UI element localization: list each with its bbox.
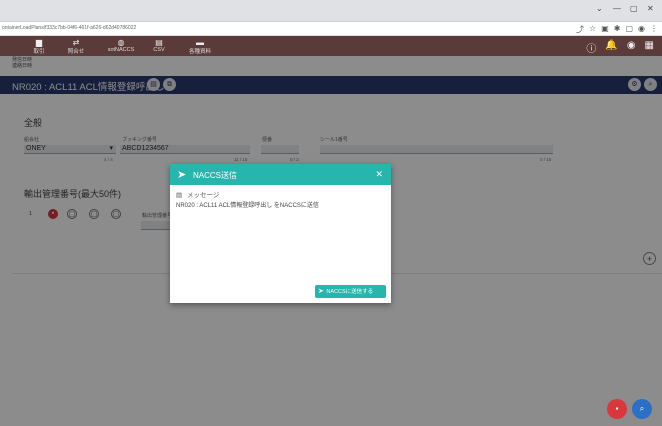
browser-tabbar: ⌄ — ▢ ✕ xyxy=(0,0,662,22)
delete-fab[interactable]: ▪ xyxy=(607,399,627,419)
message-icon: ▤ xyxy=(176,192,183,199)
close-icon[interactable]: ✕ xyxy=(647,4,654,13)
extension-icon[interactable]: ▣ xyxy=(601,24,609,35)
message-body: NR020 : ACL11 ACL情報登録呼出し をNACCSに送信 xyxy=(176,203,319,209)
file-icon: ▤ xyxy=(155,38,163,47)
chevron-down-icon[interactable]: ⌄ xyxy=(596,4,603,13)
toolbar-item-trade[interactable]: ▆ 取引 xyxy=(22,38,56,55)
star-icon[interactable]: ☆ xyxy=(589,24,596,35)
share-icon[interactable]: ⤴ xyxy=(576,24,584,35)
menu-icon[interactable]: ⋮ xyxy=(650,24,658,35)
send-to-naccs-button[interactable]: ➤ NACCSに送信する xyxy=(315,285,386,298)
toolbar-right-icons: ⓘ 🔔 ◉ ▦ xyxy=(586,40,654,55)
bell-icon[interactable]: 🔔 xyxy=(605,40,617,55)
send-icon: ➤ xyxy=(318,288,324,295)
puzzle-icon[interactable]: ✱ xyxy=(614,24,621,35)
link-icon: ⇄ xyxy=(72,38,80,47)
toolbar-item-docs[interactable]: ▬ 各種資料 xyxy=(183,38,217,55)
sidepanel-icon[interactable]: ▢ xyxy=(625,24,633,35)
close-icon[interactable]: ✕ xyxy=(375,169,383,180)
dialog-header: ➤ NACCS送信 ✕ xyxy=(170,164,391,185)
dialog-title: NACCS送信 xyxy=(193,171,238,180)
browser-actions: ⤴ ☆ ▣ ✱ ▢ ◉ ⋮ xyxy=(576,24,658,35)
info-icon[interactable]: ⓘ xyxy=(586,40,596,55)
naccs-send-dialog: ➤ NACCS送信 ✕ ▤ メッセージ NR020 : ACL11 ACL情報登… xyxy=(170,164,391,303)
folder-icon: ▬ xyxy=(196,38,204,47)
url-text[interactable]: ontainerLoadPlans/f333c7bb-04f6-461f-a62… xyxy=(2,25,136,31)
apps-grid-icon[interactable]: ▦ xyxy=(645,40,654,55)
search-fab[interactable]: ⌕ xyxy=(632,399,652,419)
profile-icon[interactable]: ◉ xyxy=(638,24,645,35)
minimize-icon[interactable]: — xyxy=(613,4,621,13)
account-icon[interactable]: ◉ xyxy=(627,40,636,55)
globe-icon: ◍ xyxy=(117,38,125,47)
toolbar-item-match[interactable]: ⇄ 照合せ xyxy=(59,38,93,55)
app-toolbar: ▆ 取引 ⇄ 照合せ ◍ sotNACCS ▤ CSV ▬ 各種資料 ⓘ 🔔 ◉… xyxy=(0,36,662,56)
toolbar-item-csv[interactable]: ▤ CSV xyxy=(142,38,176,53)
send-icon: ➤ xyxy=(177,169,187,181)
building-icon: ▆ xyxy=(35,38,43,47)
toolbar-item-sotnaccs[interactable]: ◍ sotNACCS xyxy=(104,38,138,53)
message-header: ▤ メッセージ xyxy=(176,192,220,199)
address-bar[interactable]: ontainerLoadPlans/f333c7bb-04f6-461f-a62… xyxy=(0,22,662,36)
maximize-icon[interactable]: ▢ xyxy=(630,4,638,13)
